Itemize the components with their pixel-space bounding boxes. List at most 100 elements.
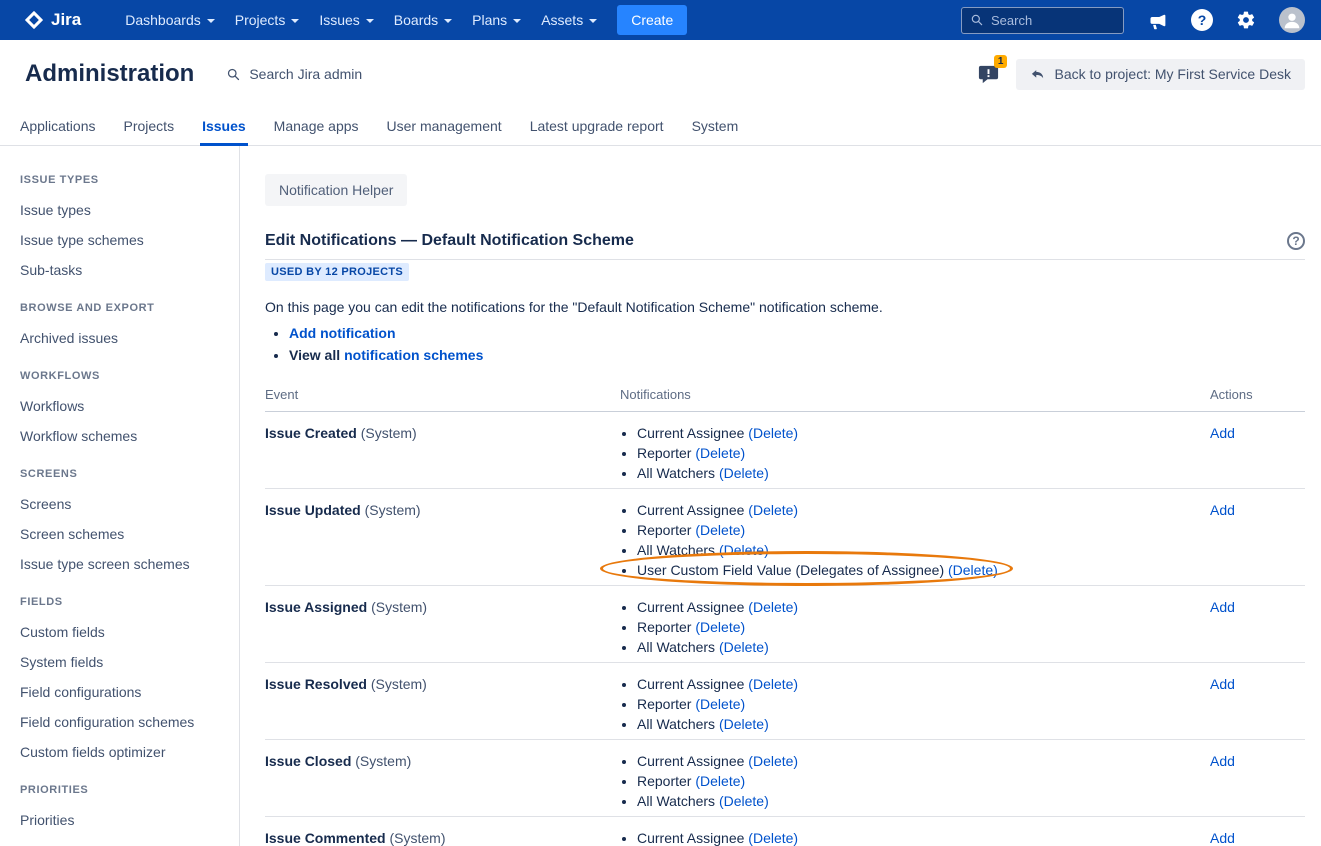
sidebar-item-custom-fields-optimizer[interactable]: Custom fields optimizer (20, 737, 229, 767)
help-icon[interactable]: ? (1191, 9, 1213, 31)
sidebar-section-heading: WORKFLOWS (20, 370, 229, 382)
intro-text: On this page you can edit the notificati… (265, 299, 1305, 315)
event-suffix: (System) (367, 599, 427, 615)
tab-user-management[interactable]: User management (385, 108, 504, 146)
sidebar-item-sub-tasks[interactable]: Sub-tasks (20, 255, 229, 285)
sidebar-item-workflow-schemes[interactable]: Workflow schemes (20, 421, 229, 451)
delete-link[interactable]: (Delete) (719, 716, 769, 732)
nav-item-plans[interactable]: Plans (462, 0, 531, 40)
delete-link[interactable]: (Delete) (719, 793, 769, 809)
delete-link[interactable]: (Delete) (748, 599, 798, 615)
event-cell: Issue Resolved (System) (265, 674, 620, 734)
add-link[interactable]: Add (1210, 425, 1235, 441)
delete-link[interactable]: (Delete) (748, 425, 798, 441)
navbar-search[interactable] (961, 7, 1124, 34)
actions-cell: Add (1210, 423, 1305, 483)
tab-system[interactable]: System (690, 108, 741, 146)
delete-link[interactable]: (Delete) (719, 639, 769, 655)
delete-link[interactable]: (Delete) (719, 542, 769, 558)
nav-item-projects[interactable]: Projects (225, 0, 310, 40)
sidebar-item-priorities[interactable]: Priorities (20, 805, 229, 835)
sidebar-section-heading: PRIORITIES (20, 784, 229, 796)
gear-icon[interactable] (1236, 10, 1256, 30)
back-to-project-button[interactable]: Back to project: My First Service Desk (1016, 59, 1305, 90)
notification-name: Reporter (637, 445, 695, 461)
sidebar-section-heading: SCREENS (20, 468, 229, 480)
notification-list: Current Assignee (Delete)Reporter (Delet… (620, 751, 1210, 811)
delete-link[interactable]: (Delete) (948, 562, 998, 578)
nav-item-label: Assets (541, 12, 583, 28)
sidebar-item-system-fields[interactable]: System fields (20, 647, 229, 677)
search-input[interactable] (991, 13, 1103, 28)
tab-latest-upgrade-report[interactable]: Latest upgrade report (528, 108, 666, 146)
chevron-down-icon (291, 19, 299, 23)
tab-projects[interactable]: Projects (122, 108, 177, 146)
delete-link[interactable]: (Delete) (719, 465, 769, 481)
notification-list: Current Assignee (Delete)Reporter (Delet… (620, 597, 1210, 657)
nav-item-boards[interactable]: Boards (384, 0, 462, 40)
tab-manage-apps[interactable]: Manage apps (272, 108, 361, 146)
admin-search-input[interactable] (249, 66, 409, 82)
help-circle-icon[interactable]: ? (1287, 232, 1305, 250)
list-item: View allnotification schemes (289, 347, 1305, 363)
nav-item-issues[interactable]: Issues (309, 0, 383, 40)
event-cell: Issue Commented (System) (265, 828, 620, 846)
brand-label: Jira (51, 10, 81, 30)
sidebar-item-custom-fields[interactable]: Custom fields (20, 617, 229, 647)
sidebar-item-field-configuration-schemes[interactable]: Field configuration schemes (20, 707, 229, 737)
sidebar-item-screen-schemes[interactable]: Screen schemes (20, 519, 229, 549)
avatar[interactable] (1279, 7, 1305, 33)
delete-link[interactable]: (Delete) (695, 619, 745, 635)
delete-link[interactable]: (Delete) (748, 502, 798, 518)
add-notification-link[interactable]: Add notification (289, 325, 396, 341)
notification-helper-button[interactable]: Notification Helper (265, 174, 407, 206)
create-button[interactable]: Create (617, 5, 687, 35)
notification-name: Current Assignee (637, 830, 748, 846)
sidebar-item-issue-type-screen-schemes[interactable]: Issue type screen schemes (20, 549, 229, 579)
sidebar-item-archived-issues[interactable]: Archived issues (20, 323, 229, 353)
delete-link[interactable]: (Delete) (695, 445, 745, 461)
notification-name: All Watchers (637, 639, 719, 655)
sidebar-section-heading: BROWSE AND EXPORT (20, 302, 229, 314)
notification-item: Current Assignee (Delete) (637, 500, 1210, 520)
tab-applications[interactable]: Applications (18, 108, 98, 146)
event-cell: Issue Created (System) (265, 423, 620, 483)
tab-issues[interactable]: Issues (200, 108, 248, 146)
sidebar-item-issue-types[interactable]: Issue types (20, 195, 229, 225)
admin-header-right: 1 Back to project: My First Service Desk (977, 59, 1305, 90)
add-link[interactable]: Add (1210, 502, 1235, 518)
sidebar-item-workflows[interactable]: Workflows (20, 391, 229, 421)
admin-search[interactable] (226, 66, 409, 82)
notifications-cell: Current Assignee (Delete)Reporter (Delet… (620, 423, 1210, 483)
delete-link[interactable]: (Delete) (748, 676, 798, 692)
notification-item: All Watchers (Delete) (637, 463, 1210, 483)
event-cell: Issue Updated (System) (265, 500, 620, 580)
feedback-bubble-icon[interactable]: 1 (977, 63, 1000, 86)
delete-link[interactable]: (Delete) (695, 522, 745, 538)
delete-link[interactable]: (Delete) (695, 696, 745, 712)
notification-schemes-link[interactable]: notification schemes (344, 347, 483, 363)
add-link[interactable]: Add (1210, 830, 1235, 846)
delete-link[interactable]: (Delete) (748, 753, 798, 769)
notification-name: User Custom Field Value (Delegates of As… (637, 562, 948, 578)
sidebar-item-field-configurations[interactable]: Field configurations (20, 677, 229, 707)
jira-logo[interactable]: Jira (24, 10, 81, 30)
add-link[interactable]: Add (1210, 753, 1235, 769)
nav-item-label: Plans (472, 12, 507, 28)
add-link[interactable]: Add (1210, 676, 1235, 692)
notifications-cell: Current Assignee (Delete)Reporter (Delet… (620, 597, 1210, 657)
delete-link[interactable]: (Delete) (695, 773, 745, 789)
nav-item-assets[interactable]: Assets (531, 0, 607, 40)
notification-list: Current Assignee (Delete)Reporter (Delet… (620, 423, 1210, 483)
chevron-down-icon (444, 19, 452, 23)
sidebar-item-issue-type-schemes[interactable]: Issue type schemes (20, 225, 229, 255)
nav-item-dashboards[interactable]: Dashboards (115, 0, 225, 40)
sidebar-section-heading: ISSUE TYPES (20, 174, 229, 186)
notification-name: Reporter (637, 619, 695, 635)
add-link[interactable]: Add (1210, 599, 1235, 615)
nav-item-label: Dashboards (125, 12, 201, 28)
sidebar-item-screens[interactable]: Screens (20, 489, 229, 519)
sidebar-section-heading: FIELDS (20, 596, 229, 608)
delete-link[interactable]: (Delete) (748, 830, 798, 846)
megaphone-icon[interactable] (1147, 10, 1168, 31)
